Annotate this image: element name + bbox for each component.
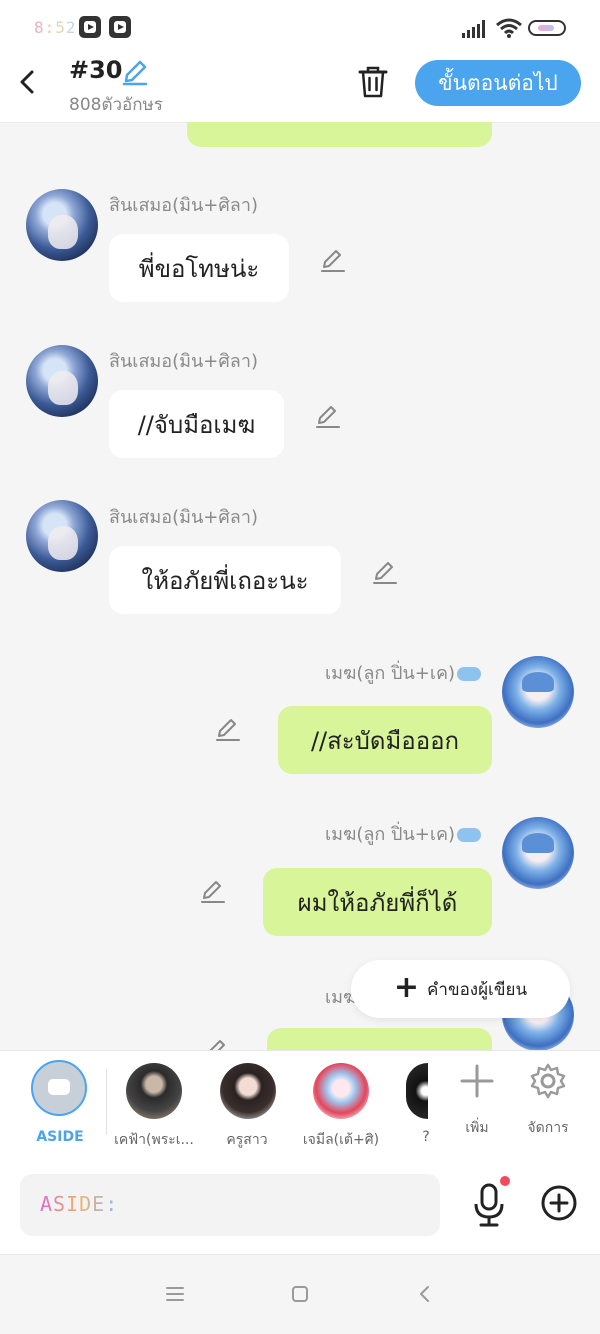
message-bubble-partial[interactable] (187, 122, 492, 147)
avatar[interactable] (502, 656, 574, 728)
message-input[interactable] (20, 1174, 440, 1236)
manage-settings-gear-icon[interactable] (530, 1063, 566, 1099)
edit-message-pencil-icon[interactable] (372, 560, 398, 586)
cloud-icon (457, 667, 482, 681)
next-step-button[interactable]: ขั้นตอนต่อไป (415, 60, 581, 106)
message-bubble[interactable]: ให้อภัยพี่เถอะนะ (109, 546, 341, 614)
edit-message-pencil-icon[interactable] (204, 1038, 230, 1050)
character-avatar[interactable] (313, 1063, 369, 1119)
message-bubble[interactable]: พี่ขอโทษน่ะ (109, 234, 289, 302)
edit-message-pencil-icon[interactable] (200, 879, 226, 905)
avatar[interactable] (26, 345, 98, 417)
character-selector: ASIDE เคฟ้า(พระเ... ครูสาว เจมีล(เต้+ศิ)… (0, 1050, 600, 1160)
aside-chat-icon[interactable] (31, 1060, 87, 1116)
home-square-icon[interactable] (289, 1283, 311, 1305)
avatar[interactable] (502, 817, 574, 889)
input-bar: ASIDE: (0, 1158, 600, 1254)
divider (106, 1069, 107, 1135)
message-sender-name: สินเสมอ(มิน+ศิลา) (109, 507, 258, 528)
character-avatar[interactable] (220, 1063, 276, 1119)
message-sender-name: เมฆ(ลูก ปิ่น+เค) (325, 658, 482, 687)
avatar[interactable] (26, 500, 98, 572)
message-bubble-partial[interactable] (267, 1028, 492, 1050)
message-sender-name: สินเสมอ(มิน+ศิลา) (109, 351, 258, 372)
system-navigation-bar (0, 1254, 600, 1334)
plus-icon: + (393, 969, 420, 1005)
edit-message-pencil-icon[interactable] (320, 248, 346, 274)
youtube-notification-icon (79, 16, 101, 38)
edit-title-pencil-icon[interactable] (121, 58, 149, 86)
character-avatar-partial[interactable] (406, 1063, 428, 1119)
edit-message-pencil-icon[interactable] (315, 404, 341, 430)
microphone-icon[interactable] (472, 1182, 506, 1228)
character-count: 808ตัวอักษร (69, 95, 163, 115)
message-sender-name: สินเสมอ(มิน+ศิลา) (109, 195, 258, 216)
menu-icon[interactable] (164, 1283, 186, 1305)
aside-label: ASIDE (36, 1129, 84, 1145)
battery-icon (528, 20, 566, 36)
episode-title: #30 (69, 56, 123, 84)
add-character-plus-icon[interactable] (459, 1063, 495, 1099)
status-bar: 8:52 (0, 0, 600, 56)
back-arrow-icon[interactable] (14, 64, 42, 100)
add-author-note-button[interactable]: + คำของผู้เขียน (351, 960, 570, 1018)
editor-header: #30 808ตัวอักษร ขั้นตอนต่อไป (0, 56, 600, 123)
add-character-label[interactable]: เพิ่ม (447, 1117, 507, 1139)
status-time: 8:52 (34, 18, 77, 37)
cloud-icon (457, 828, 482, 842)
youtube-notification-icon (109, 16, 131, 38)
notification-dot (500, 1176, 510, 1186)
add-author-note-label: คำของผู้เขียน (427, 979, 528, 1000)
signal-icon (462, 20, 485, 38)
avatar[interactable] (26, 189, 98, 261)
character-name: เคฟ้า(พระเ... (114, 1132, 194, 1148)
back-chevron-icon[interactable] (414, 1283, 436, 1305)
character-avatar[interactable] (126, 1063, 182, 1119)
message-bubble[interactable]: //สะบัดมือออก (278, 706, 492, 774)
add-circle-icon[interactable] (540, 1184, 578, 1222)
message-sender-name: เมฆ(ลูก ปิ่น+เค) (325, 819, 482, 848)
manage-label[interactable]: จัดการ (518, 1117, 578, 1139)
delete-trash-icon[interactable] (357, 64, 389, 100)
chat-area[interactable]: สินเสมอ(มิน+ศิลา) พี่ขอโทษน่ะ สินเสมอ(มิ… (0, 122, 600, 1050)
message-bubble[interactable]: //จับมือเมฆ (109, 390, 284, 458)
wifi-icon (496, 18, 522, 38)
character-name: ครูสาว (226, 1132, 268, 1148)
edit-message-pencil-icon[interactable] (215, 717, 241, 743)
message-bubble[interactable]: ผมให้อภัยพี่ก็ได้ (263, 868, 492, 936)
